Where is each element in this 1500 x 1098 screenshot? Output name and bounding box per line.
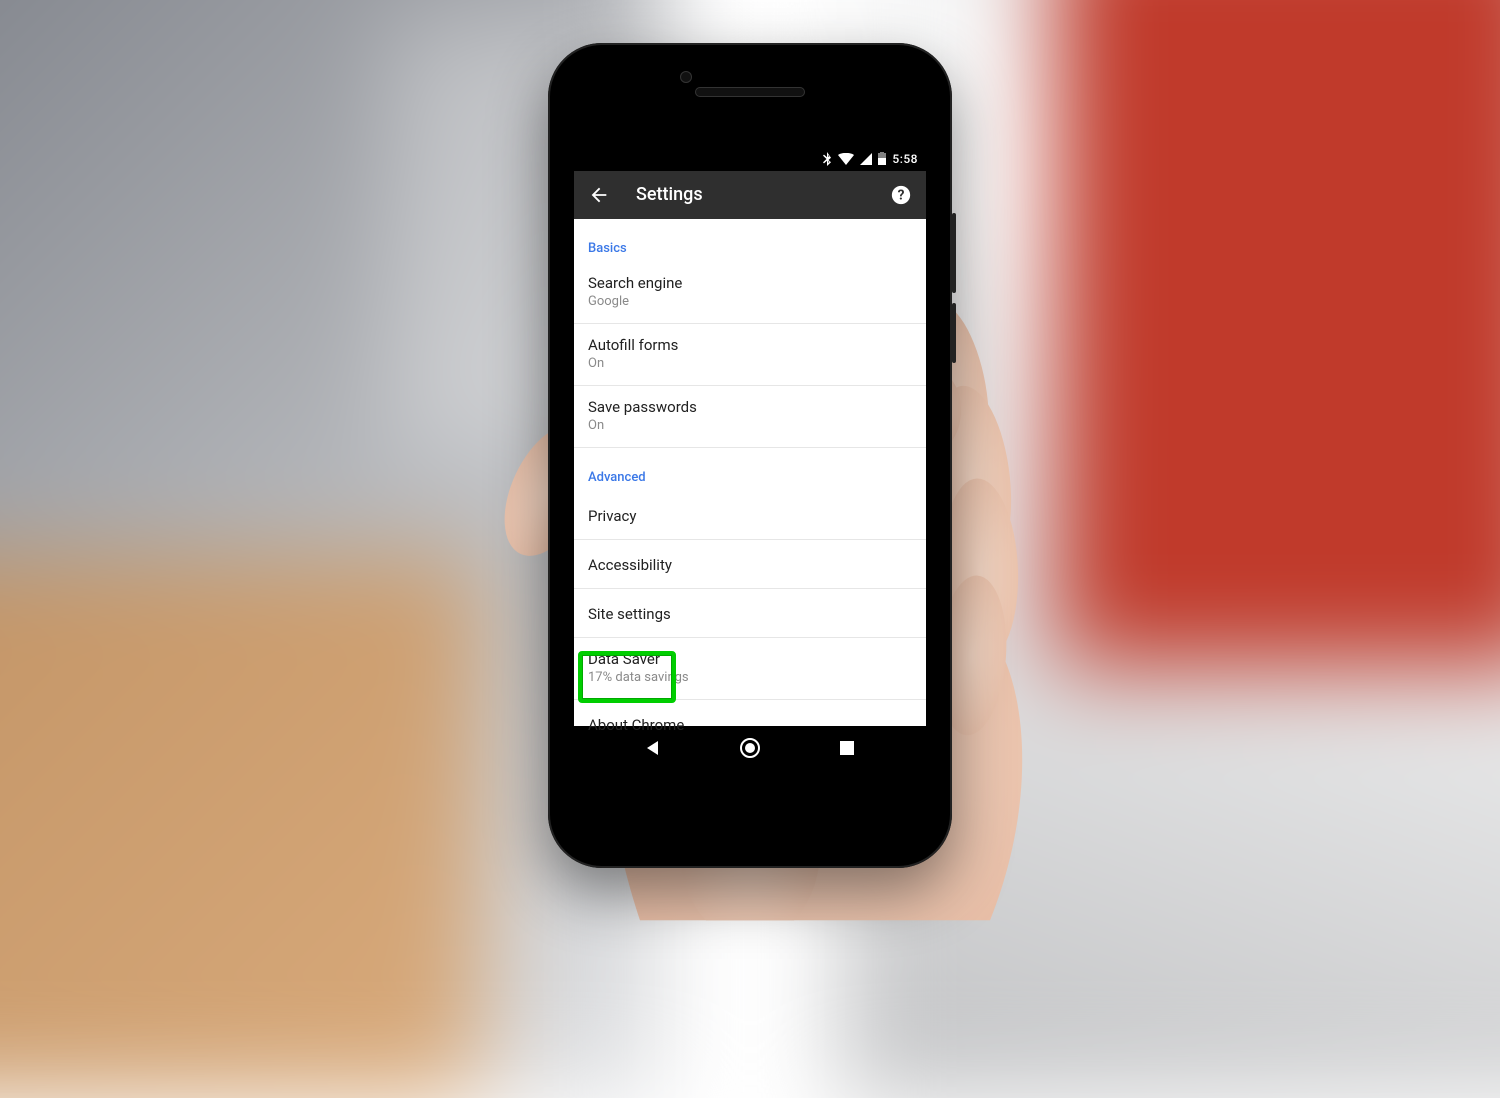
cell-signal-icon xyxy=(860,153,872,165)
phone-screen: 5:58 Settings ? Basics Search engine Goo… xyxy=(574,147,926,770)
settings-list: Basics Search engine Google Autofill for… xyxy=(574,219,926,726)
phone-speaker xyxy=(695,87,805,97)
phone-mockup: 5:58 Settings ? Basics Search engine Goo… xyxy=(548,43,952,868)
item-title: Save passwords xyxy=(588,398,912,416)
item-title: Site settings xyxy=(588,605,912,623)
settings-item-save-passwords[interactable]: Save passwords On xyxy=(574,386,926,448)
back-button[interactable] xyxy=(588,184,610,206)
battery-icon xyxy=(878,152,886,165)
android-status-bar: 5:58 xyxy=(574,147,926,171)
phone-camera xyxy=(680,71,692,83)
phone-side-button xyxy=(952,303,956,363)
svg-text:?: ? xyxy=(898,187,905,203)
section-header-basics: Basics xyxy=(574,219,926,262)
page-title: Settings xyxy=(636,184,864,205)
settings-item-autofill-forms[interactable]: Autofill forms On xyxy=(574,324,926,386)
app-bar: Settings ? xyxy=(574,171,926,219)
item-subtitle: On xyxy=(588,418,912,433)
item-title: Accessibility xyxy=(588,556,912,574)
settings-item-about-chrome[interactable]: About Chrome xyxy=(574,700,926,748)
bluetooth-icon xyxy=(822,152,832,166)
settings-item-search-engine[interactable]: Search engine Google xyxy=(574,262,926,324)
item-title: Privacy xyxy=(588,507,912,525)
wifi-icon xyxy=(838,153,854,165)
item-subtitle: Google xyxy=(588,294,912,309)
settings-item-accessibility[interactable]: Accessibility xyxy=(574,540,926,589)
item-title: About Chrome xyxy=(588,716,912,734)
item-title: Data Saver xyxy=(588,650,912,668)
item-subtitle: 17% data savings xyxy=(588,670,912,685)
help-button[interactable]: ? xyxy=(890,184,912,206)
item-title: Autofill forms xyxy=(588,336,912,354)
status-clock: 5:58 xyxy=(892,152,918,166)
section-header-advanced: Advanced xyxy=(574,448,926,491)
item-subtitle: On xyxy=(588,356,912,371)
settings-item-privacy[interactable]: Privacy xyxy=(574,491,926,540)
item-title: Search engine xyxy=(588,274,912,292)
settings-item-site-settings[interactable]: Site settings xyxy=(574,589,926,638)
phone-side-button xyxy=(952,213,956,293)
settings-item-data-saver[interactable]: Data Saver 17% data savings xyxy=(574,638,926,700)
